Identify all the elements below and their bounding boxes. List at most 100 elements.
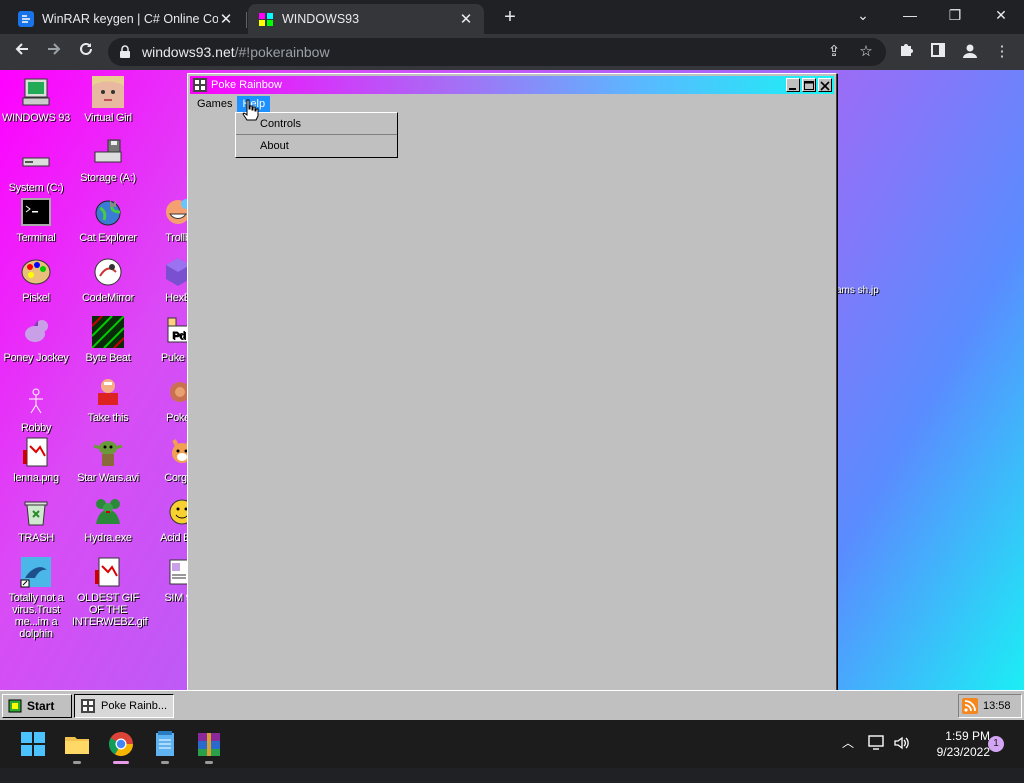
desktop-icon-star-wars[interactable]: Star Wars.avi — [72, 436, 144, 484]
desktop-icon-virtual-girl[interactable]: Virtual Girl — [72, 76, 144, 124]
close-window-button[interactable]: ✕ — [981, 4, 1021, 28]
desktop-icon-label: Poney Jockey — [3, 352, 69, 364]
pony-icon — [25, 320, 48, 342]
computer-icon — [22, 78, 50, 106]
side-panel-icon[interactable] — [928, 42, 948, 62]
taskbar-notepad[interactable] — [149, 728, 181, 764]
partial-desktop-icon-label[interactable]: ams sh.jp — [836, 285, 879, 296]
desktop-icon-label: Cat Explorer — [79, 232, 137, 244]
window-close-button[interactable] — [818, 78, 832, 92]
profile-icon[interactable] — [960, 42, 980, 62]
dolphin-icon — [20, 557, 51, 588]
desktop-icon-oldest-gif[interactable]: OLDEST GIF OF THE INTERWEBZ.gif — [72, 556, 148, 628]
floppy-drive-icon — [94, 139, 122, 163]
menu-kebab-icon[interactable]: ⋮ — [992, 42, 1012, 62]
desktop-icon-robby[interactable]: Robby — [0, 386, 72, 434]
stickman-icon — [29, 388, 43, 414]
forward-button[interactable] — [42, 40, 66, 64]
new-tab-button[interactable]: + — [498, 6, 522, 30]
window-maximize-button[interactable] — [802, 78, 816, 92]
os-time: 1:59 PM — [945, 729, 990, 743]
window-titlebar[interactable]: Poke Rainbow — [190, 76, 834, 94]
tab-title: WINDOWS93 — [282, 12, 360, 26]
hand-cursor-icon — [242, 99, 259, 121]
w93-taskbar: Start Poke Rainb... 13:58 — [0, 690, 1024, 720]
network-icon[interactable] — [868, 735, 886, 783]
desktop-icon-windows93[interactable]: WINDOWS 93 — [0, 76, 72, 124]
menu-games[interactable]: Games — [192, 96, 237, 114]
desktop-icon-lenna[interactable]: lenna.png — [0, 436, 72, 484]
running-indicator-active — [113, 761, 129, 764]
close-icon — [820, 81, 830, 91]
extensions-puzzle-icon[interactable] — [896, 42, 916, 62]
menu-item-about[interactable]: About — [236, 135, 397, 157]
codemirror-icon — [94, 258, 122, 286]
code-site-favicon-icon — [18, 11, 34, 27]
windows93-desktop: WINDOWS 93 System (C:) Terminal Piskel P… — [0, 70, 1024, 720]
minimize-button[interactable]: — — [890, 4, 930, 28]
reload-icon — [80, 42, 92, 55]
tab-close-icon[interactable]: ✕ — [458, 10, 474, 28]
address-bar[interactable]: windows93.net/#!pokerainbow — [108, 38, 886, 66]
desktop-icon-label: CodeMirror — [81, 292, 134, 304]
desktop-icon-label: Storage (A:) — [80, 172, 136, 184]
running-indicator — [161, 761, 169, 764]
poke-rainbow-app-icon — [193, 78, 207, 92]
trash-icon — [24, 501, 48, 526]
desktop-icon-codemirror[interactable]: CodeMirror — [72, 256, 144, 304]
tab-search-button[interactable]: ⌄ — [843, 4, 883, 28]
share-icon[interactable]: ⇪ — [824, 42, 844, 62]
desktop-icon-dolphin[interactable]: Totally not a virus.Trust me...im a dolp… — [0, 556, 72, 640]
desktop-icon-label: Robby — [20, 422, 52, 434]
show-hidden-icons-chevron[interactable]: ︿ — [842, 734, 854, 782]
desktop-icon-piskel[interactable]: Piskel — [0, 256, 72, 304]
w93-start-icon — [8, 699, 22, 713]
windows-start-button[interactable] — [17, 728, 49, 760]
rss-icon[interactable] — [962, 698, 978, 714]
desktop-icon-label: Hydra.exe — [84, 532, 132, 544]
desktop-icon-label: Byte Beat — [85, 352, 131, 364]
desktop-icon-terminal[interactable]: Terminal — [0, 196, 72, 244]
menu-item-controls[interactable]: Controls — [236, 113, 397, 135]
tab-close-icon[interactable]: ✕ — [218, 10, 234, 28]
desktop-icon-poney-jockey[interactable]: Poney Jockey — [0, 316, 72, 364]
volume-icon[interactable] — [893, 735, 911, 783]
desktop-icon-label: TRASH — [18, 532, 54, 544]
reload-button[interactable] — [74, 40, 98, 64]
browser-tab-strip: WinRAR keygen | C# Online Com ✕ WINDOWS9… — [0, 0, 1024, 34]
desktop-icon-label: Terminal — [16, 232, 56, 244]
windows93-favicon-icon — [259, 13, 273, 26]
url-host: windows93.net — [142, 44, 235, 60]
desktop-icon-hydra[interactable]: Hydra.exe — [72, 496, 144, 544]
arrow-right-icon — [48, 43, 61, 55]
desktop-icon-label: WINDOWS 93 — [2, 112, 70, 124]
notification-badge[interactable]: 1 — [988, 736, 1004, 752]
tab-winrar-keygen[interactable]: WinRAR keygen | C# Online Com ✕ — [8, 4, 244, 34]
taskbar-winrar[interactable] — [193, 728, 225, 764]
desktop-icon-take-this[interactable]: Take this — [72, 376, 144, 424]
w93-task-poke-rainbow[interactable]: Poke Rainb... — [74, 694, 174, 718]
bookmark-star-icon[interactable]: ☆ — [856, 42, 876, 62]
desktop-icon-byte-beat[interactable]: Byte Beat — [72, 316, 144, 364]
w93-start-button[interactable]: Start — [2, 694, 72, 718]
url-path: /#!pokerainbow — [234, 44, 330, 60]
globe-cat-icon — [95, 200, 121, 226]
back-button[interactable] — [10, 40, 34, 64]
desktop-icon-system-c[interactable]: System (C:) — [0, 146, 72, 194]
os-date: 9/23/2022 — [936, 745, 990, 759]
desktop-icon-label: Take this — [87, 412, 129, 424]
desktop-icon-cat-explorer[interactable]: Cat Explorer — [72, 196, 144, 244]
notepad-icon — [156, 731, 174, 756]
hydra-icon — [96, 499, 120, 524]
desktop-icon-trash[interactable]: TRASH — [0, 496, 72, 544]
desktop-icon-storage-a[interactable]: Storage (A:) — [72, 136, 144, 184]
taskbar-chrome[interactable] — [105, 728, 137, 764]
restore-button[interactable]: ❐ — [935, 4, 975, 28]
maximize-icon — [804, 81, 814, 90]
os-clock[interactable]: 1:59 PM 9/23/2022 — [914, 728, 990, 760]
taskbar-file-explorer[interactable] — [61, 728, 93, 764]
bytebeat-icon — [92, 316, 124, 348]
window-minimize-button[interactable] — [786, 78, 800, 92]
task-label: Poke Rainb... — [101, 700, 168, 712]
tab-windows93[interactable]: WINDOWS93 ✕ — [248, 4, 484, 34]
